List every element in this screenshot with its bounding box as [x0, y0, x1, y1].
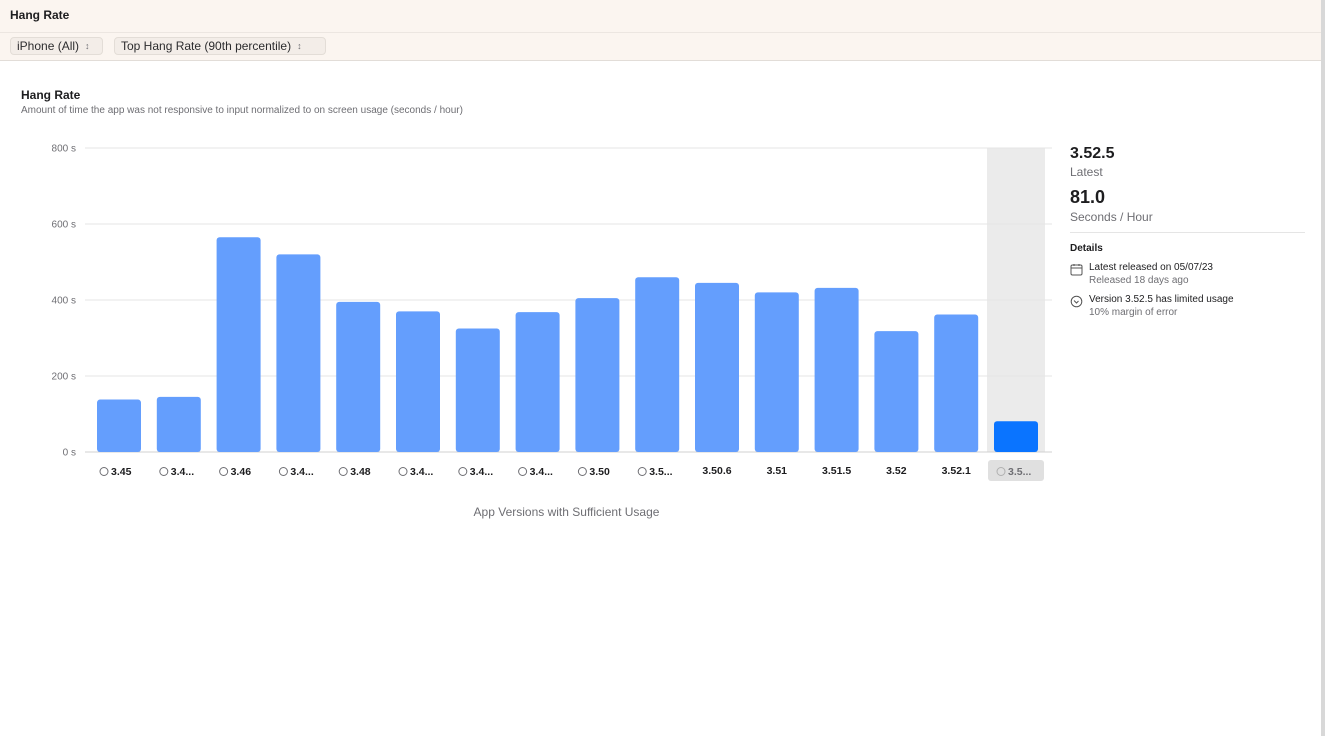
limited-usage-icon [577, 467, 587, 476]
calendar-icon [1070, 264, 1083, 276]
bar[interactable] [156, 396, 201, 452]
x-tick-label: 3.5... [1008, 466, 1031, 478]
y-tick-label: 800 s [52, 144, 76, 155]
limited-usage-icon [159, 467, 169, 476]
bar[interactable] [455, 328, 500, 453]
toolbar: Hang Rate iPhone (All) ↕ Top Hang Rate (… [0, 0, 1325, 61]
latest-label: Latest [1070, 165, 1103, 179]
x-tick-label: 3.5... [649, 466, 672, 478]
window-edge [1321, 0, 1325, 736]
summary-divider [1070, 232, 1305, 233]
x-tick-label: 3.4... [470, 466, 493, 478]
bar[interactable] [754, 292, 799, 452]
limited-usage-icon [278, 467, 288, 476]
y-tick-label: 0 s [63, 448, 76, 459]
y-tick-label: 600 s [52, 220, 76, 231]
latest-version: 3.52.5 [1070, 145, 1115, 162]
bar[interactable] [934, 314, 979, 452]
device-popup[interactable]: iPhone (All) ↕ [10, 37, 103, 55]
x-tick-label: 3.52 [886, 465, 907, 477]
bar[interactable] [396, 311, 440, 452]
chevron-updown-icon: ↕ [85, 41, 90, 51]
usage-detail: Version 3.52.5 has limited usage 10% mar… [1070, 294, 1305, 318]
x-tick-label: 3.4... [530, 466, 553, 478]
bar[interactable] [994, 421, 1038, 452]
bar[interactable] [336, 301, 381, 452]
x-tick-label: 3.48 [350, 466, 371, 478]
details-heading: Details [1070, 243, 1103, 254]
limited-usage-icon [458, 467, 468, 476]
margin-note: 10% margin of error [1089, 307, 1178, 318]
x-tick-label: 3.46 [231, 466, 252, 478]
metric-popup-label: Top Hang Rate (90th percentile) [121, 39, 292, 53]
limited-usage-icon [99, 467, 109, 476]
usage-note: Version 3.52.5 has limited usage [1089, 294, 1234, 305]
x-tick-label: 3.50 [589, 466, 610, 478]
metric-unit: Seconds / Hour [1070, 210, 1153, 224]
hang-rate-chart: 800 s 600 s 400 s 200 s 0 s 3.45 3.4... 3.46 3.4… [52, 144, 1052, 481]
metric-value: 81.0 [1070, 187, 1106, 207]
limited-usage-icon [637, 467, 647, 476]
x-axis-title: App Versions with Sufficient Usage [473, 505, 660, 519]
bar[interactable] [216, 237, 261, 452]
device-popup-label: iPhone (All) [17, 39, 80, 53]
bar[interactable] [695, 282, 739, 452]
release-ago: Released 18 days ago [1089, 275, 1189, 286]
x-tick-label: 3.45 [111, 466, 132, 478]
chevron-updown-icon: ↕ [297, 41, 302, 51]
bar[interactable] [97, 399, 141, 452]
bar[interactable] [515, 312, 560, 452]
limited-usage-icon [1070, 295, 1083, 308]
y-tick-label: 400 s [52, 296, 76, 307]
limited-usage-icon [219, 467, 229, 476]
release-date: Latest released on 05/07/23 [1089, 262, 1213, 273]
limited-usage-icon [338, 467, 348, 476]
bar[interactable] [874, 331, 919, 452]
chart-subtitle: Amount of time the app was not responsiv… [21, 105, 463, 116]
bar[interactable] [635, 277, 680, 452]
x-tick-label: 3.51.5 [822, 465, 851, 477]
x-tick-label: 3.4... [290, 466, 313, 478]
x-tick-label: 3.4... [410, 466, 433, 478]
bar[interactable] [814, 287, 859, 452]
y-tick-label: 200 s [52, 372, 76, 383]
chart-title: Hang Rate [21, 88, 81, 102]
x-tick-label: 3.4... [171, 466, 194, 478]
x-tick-label: 3.52.1 [942, 465, 971, 477]
bar[interactable] [575, 298, 620, 452]
toolbar-divider [0, 32, 1325, 33]
window-title: Hang Rate [10, 8, 70, 22]
limited-usage-icon [518, 467, 528, 476]
bar[interactable] [276, 254, 321, 452]
metric-popup[interactable]: Top Hang Rate (90th percentile) ↕ [114, 37, 326, 55]
release-detail: Latest released on 05/07/23 Released 18 … [1070, 262, 1305, 286]
x-tick-label: 3.50.6 [702, 465, 731, 477]
limited-usage-icon [398, 467, 408, 476]
summary-panel: 3.52.5 Latest 81.0 Seconds / Hour Detail… [1070, 145, 1305, 318]
x-tick-label: 3.51 [767, 465, 788, 477]
